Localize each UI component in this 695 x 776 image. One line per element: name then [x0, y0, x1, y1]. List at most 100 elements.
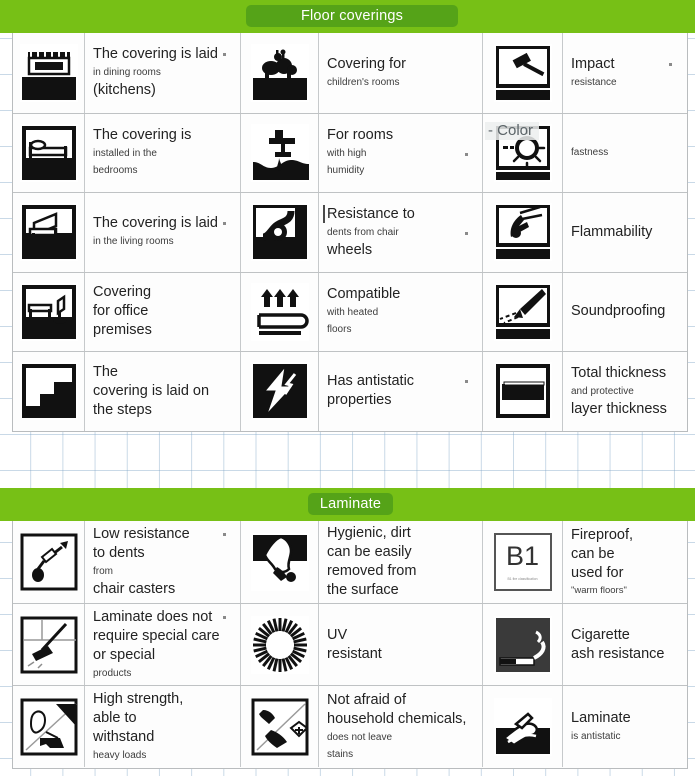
description-line: from [93, 566, 113, 577]
description-line: and protective [571, 385, 634, 397]
pictogram-cell-left [13, 521, 85, 603]
description-cell-right: Soundproofing [563, 273, 686, 352]
description-line: For rooms [327, 127, 394, 144]
description-cell-left: High strength, able to withstand heavy load… [85, 686, 241, 767]
description-line: or special [93, 646, 156, 663]
desk-office-icon [19, 282, 78, 341]
b1-label: B1 [505, 541, 540, 571]
description-line: with high [327, 148, 367, 160]
heated-floor-arrows-icon [250, 282, 309, 341]
pictogram-page: Floor coverings The covering is laid in d… [0, 0, 695, 776]
table-row: High strength, able to withstand heavy load… [13, 685, 687, 767]
cigarette-ash-icon [493, 615, 552, 674]
description-line: Total thickness [571, 364, 667, 381]
pictogram-cell-right [483, 272, 563, 351]
description-line: in the living rooms [93, 236, 174, 248]
description-line: High strength, [93, 690, 184, 707]
description-cell-right: Fireproof, can be used for "warm floors" [563, 521, 686, 603]
description-cell-mid: Not afraid of household chemicals, does no… [319, 686, 483, 767]
bullet-dot-marker [223, 53, 226, 57]
description-line: chair casters [93, 581, 176, 597]
description-cell-left: Laminate does not require special care or … [85, 604, 241, 685]
description-line: require special care [93, 627, 220, 644]
color-overlay-label: - Color [485, 121, 540, 140]
description-line: Cigarette [571, 626, 630, 643]
pictogram-cell-left [13, 604, 85, 685]
description-line: the steps [93, 401, 152, 418]
table-row: Laminate does not require special care or … [13, 603, 687, 685]
b1-fireproof-icon: B1 B1 fire classification [493, 533, 552, 591]
description-line: removed from [327, 563, 417, 579]
description-cell-mid: UV resistant [319, 604, 483, 685]
description-cell-right: Total thickness and protective layer thick… [563, 352, 686, 431]
description-line: The covering is [93, 127, 192, 144]
pictogram-cell-left [13, 272, 85, 351]
bullet-dot-marker [465, 153, 468, 157]
description-line: Impact [571, 55, 615, 72]
bullet-dot-marker [223, 222, 226, 226]
sun-uv-rays-icon [250, 615, 309, 674]
chemical-spill-icon [250, 697, 309, 756]
description-line: layer thickness [571, 400, 667, 417]
chair-caster-wheel-icon [250, 203, 309, 262]
description-line: "warm floors" [571, 584, 627, 596]
bullet-dot-marker [465, 380, 468, 384]
description-line: Fireproof, [571, 526, 634, 543]
faucet-humidity-icon [250, 123, 309, 182]
hammer-impact-icon [493, 43, 552, 102]
description-line: Soundproofing [571, 303, 666, 320]
pictogram-cell-right [483, 604, 563, 685]
description-line: used for [571, 564, 624, 581]
pictogram-cell-left [13, 352, 85, 431]
description-cell-left: The covering is laid on the steps [85, 352, 241, 431]
description-cell-left: Covering for office premises [85, 272, 241, 351]
description-cell-left: The covering is laid in dining rooms (kitc… [85, 33, 241, 113]
description-cell-right: Impact resistance [563, 33, 686, 113]
table-row: The covering is laid in the living rooms R… [13, 192, 687, 272]
table-row: Covering for office premises Compatible with… [13, 271, 687, 352]
description-line: Laminate [571, 709, 631, 726]
section-title-laminate: Laminate [308, 493, 393, 515]
antistatic-bolt-icon [250, 362, 309, 421]
description-line: does not leave [327, 731, 393, 743]
pictogram-cell-right: B1 B1 fire classification [483, 521, 563, 603]
description-line: heavy loads [93, 749, 147, 761]
description-cell-right: Cigarette ash resistance [563, 604, 686, 685]
description-line: Covering for [327, 55, 406, 72]
bullet-dot-marker [669, 62, 672, 66]
stove-kitchen-icon [19, 43, 78, 102]
description-line: The covering is laid [93, 215, 218, 232]
stairs-steps-icon [19, 362, 78, 421]
section-title-floor-coverings: Floor coverings [246, 5, 458, 27]
description-cell-left: The covering is laid in the living rooms [85, 193, 241, 272]
bullet-dot-marker [223, 615, 226, 619]
pictogram-cell-mid [241, 352, 319, 431]
description-line: resistance [571, 76, 617, 88]
description-cell-left: The covering is installed in the bedrooms [85, 113, 241, 192]
description-cell-mid: Hygienic, dirt can be easily removed from t… [319, 521, 483, 603]
description-cell-left: Low resistance to dents from chair casters [85, 521, 241, 603]
toys-children-icon [250, 43, 309, 102]
pictogram-cell-right [483, 193, 563, 272]
description-line: to dents [93, 545, 145, 561]
description-cell-mid: Covering for children's rooms [319, 33, 483, 113]
bed-bedroom-icon [19, 123, 78, 182]
description-line: Resistance to [327, 205, 415, 222]
pictogram-cell-mid [241, 272, 319, 351]
description-line: covering is laid on [93, 382, 210, 399]
description-line: can be easily [327, 544, 412, 560]
description-line: properties [327, 392, 392, 409]
caster-dent-icon [19, 533, 78, 591]
antistatic-hand-icon [493, 697, 552, 756]
description-cell-mid: Compatible with heated floors [319, 272, 483, 351]
description-line: children's rooms [327, 76, 400, 88]
table-row: The covering is laid in dining rooms (kitc… [13, 33, 687, 113]
description-line: The [93, 363, 118, 380]
total-thickness-icon [493, 362, 552, 421]
hand-wiping-dirt-icon [250, 533, 309, 591]
description-line: ash resistance [571, 645, 665, 662]
pictogram-cell-mid [241, 604, 319, 685]
description-line: premises [93, 322, 152, 339]
laminate-table: Low resistance to dents from chair casters H… [12, 521, 688, 769]
description-cell-mid: Has antistatic properties [319, 352, 483, 431]
